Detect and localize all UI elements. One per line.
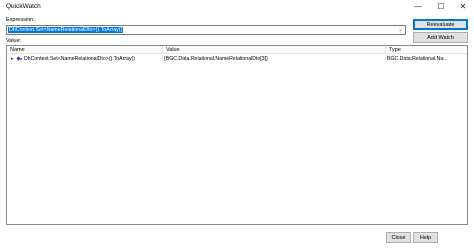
object-icon (17, 57, 22, 61)
maximize-icon[interactable]: ☐ (430, 0, 452, 13)
table-row[interactable]: ▸ DbContext.Set<NameRelationalDto>().ToAr… (7, 55, 467, 63)
minimize-icon[interactable]: — (407, 0, 429, 13)
window-title: QuickWatch (6, 3, 41, 10)
value-grid[interactable]: Name Value Type ▸ DbContext.Set<NameRelat… (6, 45, 468, 225)
chevron-down-icon[interactable]: ⌄ (396, 26, 405, 34)
column-header-type[interactable]: Type (385, 46, 467, 54)
expression-label: Expression: (6, 17, 35, 23)
grid-header: Name Value Type (7, 46, 467, 54)
column-header-name[interactable]: Name (7, 46, 162, 54)
name-cell: ▸ DbContext.Set<NameRelationalDto>().ToAr… (11, 55, 161, 63)
column-divider (162, 55, 163, 63)
value-label: Value: (6, 38, 22, 44)
column-header-value[interactable]: Value (162, 46, 385, 54)
expression-input[interactable]: DbContext.Set<NameRelationalDto>().ToArr… (8, 27, 124, 33)
row-type: BGC.Data.Relational.Na... (387, 56, 448, 62)
add-watch-button[interactable]: Add Watch (413, 32, 468, 43)
expression-combobox[interactable]: DbContext.Set<NameRelationalDto>().ToArr… (6, 25, 406, 35)
reevaluate-button[interactable]: Reevaluate (413, 19, 468, 30)
close-button[interactable]: Close (386, 232, 411, 243)
title-bar: QuickWatch — ☐ ✕ (0, 0, 474, 13)
row-name: DbContext.Set<NameRelationalDto>().ToArr… (24, 56, 135, 62)
help-button[interactable]: Help (413, 232, 438, 243)
close-window-icon[interactable]: ✕ (452, 0, 474, 13)
column-divider (385, 55, 386, 63)
expand-arrow-icon[interactable]: ▸ (11, 55, 16, 63)
row-value: {BGC.Data.Relational.NameRelationalDto[3… (164, 56, 268, 62)
